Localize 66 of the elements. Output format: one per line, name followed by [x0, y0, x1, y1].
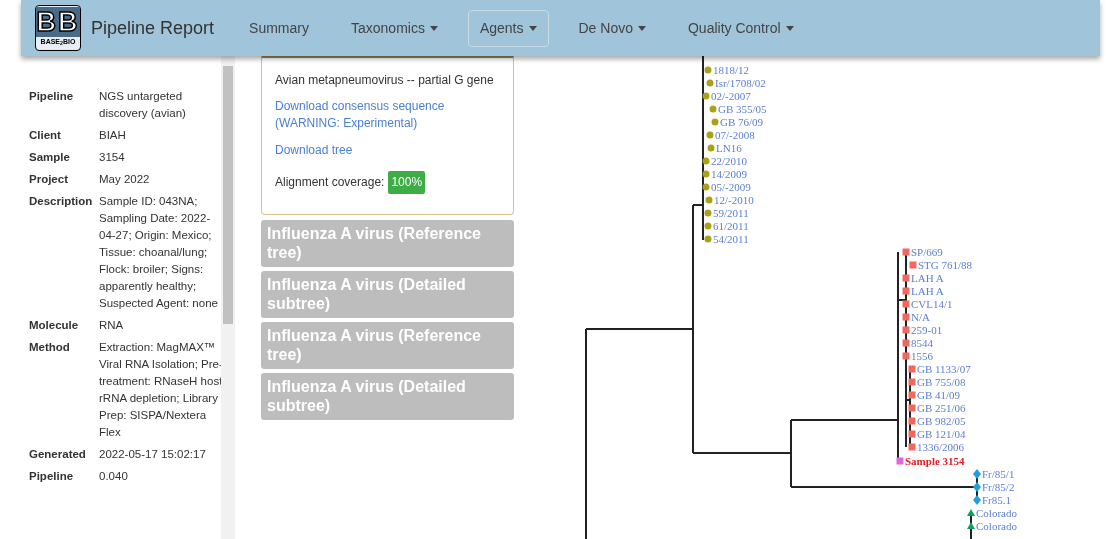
tip-label: 05/-2009 — [711, 181, 751, 193]
detail-value: 0.040 — [99, 469, 129, 484]
nav-tab[interactable]: Summary — [237, 9, 321, 47]
tip-label: 259-01 — [911, 324, 943, 336]
tip-label: 54/2011 — [713, 233, 749, 245]
tip-label: GB 41/09 — [917, 389, 961, 401]
detail-value: Sample ID: 043NA; Sampling Date: 2022-04-27; Origin: Mexico; Tissue: choanal/lung; Flock: broiler; Signs: apparently healthy; Suspected Agent: none — [99, 194, 219, 311]
detail-label: Description — [29, 194, 94, 209]
tip-label: GB 1133/07 — [917, 363, 971, 375]
detail-label: Sample — [29, 150, 71, 165]
tip-label: Sample 3154 — [905, 455, 965, 467]
coverage-badge: 100% — [388, 171, 426, 194]
tip-label: GB 355/05 — [718, 103, 767, 115]
detail-value: 2022-05-17 15:02:17 — [99, 447, 207, 462]
tip-label: N/A — [911, 311, 930, 323]
tip-label: 07/-2008 — [715, 129, 755, 141]
nav-tab[interactable]: Taxonomics — [339, 9, 450, 47]
tip-label: Colorado — [976, 520, 1017, 532]
tip-label: 59/2011 — [713, 207, 749, 219]
detail-value: BIAH — [99, 128, 127, 143]
tip-label: 14/2009 — [711, 168, 748, 180]
detail-value: Extraction: MagMAX™ Viral RNA Isolation; Pre-treatment: RNaseH host rRNA depletion; Library Prep: SISPA/Nextera Flex — [99, 340, 223, 440]
tip-label: 1336/2006 — [917, 441, 965, 453]
tip-label: 12/-2010 — [714, 194, 754, 206]
detail-label: Molecule — [29, 318, 80, 333]
tip-label: GB 755/08 — [917, 376, 966, 388]
detail-label: Generated — [29, 447, 87, 462]
tip-label: GB 121/04 — [917, 428, 966, 440]
tip-label: GB 76/09 — [720, 116, 764, 128]
tip-label: LAH A — [911, 272, 944, 284]
tip-label: GB 251/06 — [917, 402, 966, 414]
tip-label: 8544 — [911, 337, 933, 349]
detail-value: NGS untargeted discovery (avian) — [99, 89, 187, 121]
nav-tab[interactable]: De Novo — [566, 9, 658, 47]
detail-label: Pipeline — [29, 469, 75, 484]
scrollbar[interactable] — [221, 56, 235, 539]
tip-label: 22/2010 — [711, 155, 748, 167]
download-link[interactable]: Download consensus sequence (WARNING: Experimental) — [275, 98, 500, 132]
tip-label: LAH A — [911, 285, 944, 297]
tip-label: STG 761/88 — [918, 259, 973, 271]
tip-label: Fr85.1 — [982, 494, 1012, 506]
detail-label: Method — [29, 340, 71, 355]
tip-label: CVL14/1 — [911, 298, 953, 310]
tip-label: 02/-2007 — [711, 90, 751, 102]
tip-label: 1818/12 — [713, 64, 750, 76]
detail-label: Pipeline — [29, 89, 75, 104]
coverage-label: Alignment coverage: — [275, 174, 385, 191]
detail-label: Project — [29, 172, 69, 187]
detail-value: May 2022 — [99, 172, 151, 187]
detail-value: RNA — [99, 318, 125, 333]
nav-tab[interactable]: Agents — [467, 9, 549, 47]
tip-label: GB 982/05 — [917, 415, 966, 427]
tip-label: Fr/85/1 — [982, 468, 1015, 480]
tip-label: SP/669 — [911, 246, 943, 258]
app-title[interactable]: Pipeline Report — [91, 14, 215, 42]
tip-label: 1556 — [911, 350, 933, 362]
nav-tab[interactable]: Quality Control — [675, 9, 806, 47]
tip-label: Colorado — [976, 507, 1017, 519]
agent-description: Avian metapneumovirus -- partial G gene — [275, 72, 495, 89]
tip-label: Fr/85/2 — [982, 481, 1015, 493]
detail-label: Client — [29, 128, 62, 143]
tip-label: LN16 — [716, 142, 742, 154]
detail-value: 3154 — [99, 150, 126, 165]
tip-label: Isr/1708/02 — [715, 77, 766, 89]
download-link[interactable]: Download tree — [275, 142, 500, 159]
tip-label: 61/2011 — [713, 220, 749, 232]
